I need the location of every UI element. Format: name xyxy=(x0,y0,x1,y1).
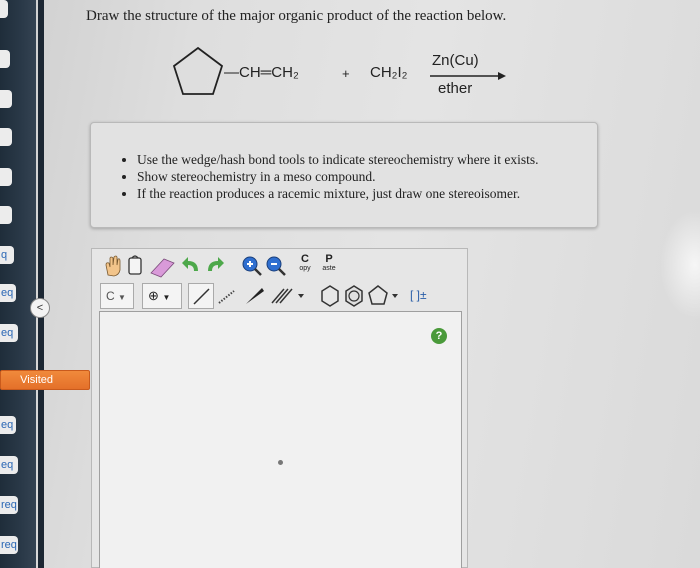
visited-badge: Visited xyxy=(0,370,90,390)
cyclohexane-icon[interactable] xyxy=(318,283,342,309)
nav-tab-11[interactable]: eq xyxy=(0,456,18,474)
nav-tab-6[interactable] xyxy=(0,206,12,224)
question-prompt: Draw the structure of the major organic … xyxy=(86,8,507,24)
help-icon[interactable]: ? xyxy=(431,328,447,344)
instruction-item: Show stereochemistry in a meso compound. xyxy=(137,168,539,185)
nav-tab-2[interactable] xyxy=(0,50,10,68)
screen-glare xyxy=(660,210,700,320)
lasso-icon[interactable] xyxy=(124,253,146,279)
nav-tab-10[interactable]: eq xyxy=(0,416,16,434)
chevron-down-icon: ▼ xyxy=(162,293,171,302)
instructions-list: Use the wedge/hash bond tools to indicat… xyxy=(137,151,539,202)
nav-tab-9[interactable]: eq xyxy=(0,324,18,342)
nav-tab-7[interactable]: q xyxy=(0,246,14,264)
redo-icon[interactable] xyxy=(204,253,226,279)
single-bond-icon[interactable] xyxy=(188,283,214,309)
nav-tab-12[interactable]: req xyxy=(0,496,18,514)
arrow-label-top: Zn(Cu) xyxy=(432,52,479,69)
arrow-label-bottom: ether xyxy=(438,80,473,97)
canvas-center-dot xyxy=(278,460,283,465)
drawing-canvas[interactable]: ? xyxy=(99,311,462,568)
nav-tab-4[interactable] xyxy=(0,128,12,146)
alkene-substituent: —CH═CH₂ xyxy=(224,64,299,81)
zoom-in-icon[interactable] xyxy=(240,253,264,279)
reagent-diiodomethane: CH₂I₂ xyxy=(370,64,408,81)
plus-charge-icon: ⊕ xyxy=(148,288,159,303)
nav-tab-5[interactable] xyxy=(0,168,12,186)
collapse-chevron-icon[interactable]: < xyxy=(30,298,50,318)
hand-move-icon[interactable] xyxy=(102,253,124,279)
left-navigation: q eq eq eq eq req req xyxy=(0,0,36,568)
copy-label-bottom: opy xyxy=(299,265,311,272)
nav-tab-13[interactable]: req xyxy=(0,536,18,554)
reaction-scheme: —CH═CH₂ + CH₂I₂ Zn(Cu) ether xyxy=(168,40,528,110)
panel-divider xyxy=(38,0,44,568)
cyclopentane-select-icon[interactable] xyxy=(366,283,402,309)
eraser-icon[interactable] xyxy=(148,253,178,279)
paste-label-bottom: aste xyxy=(322,265,336,272)
nav-tab-1[interactable] xyxy=(0,0,8,18)
nav-tab-8[interactable]: eq xyxy=(0,284,16,302)
paste-button[interactable]: P aste xyxy=(318,253,340,279)
wedge-bond-icon[interactable] xyxy=(242,283,268,309)
plus-sign: + xyxy=(342,66,350,81)
multi-bond-select-icon[interactable] xyxy=(268,283,310,309)
copy-button[interactable]: C opy xyxy=(294,253,316,279)
bracket-charge-button[interactable]: [ ]± xyxy=(410,283,440,309)
structure-editor: C opy P aste C ▼ ⊕ ▼ []± ? xyxy=(91,248,468,568)
cyclopentane-ring-icon xyxy=(172,46,224,95)
paste-label-top: P xyxy=(325,253,333,265)
charge-select[interactable]: ⊕ ▼ xyxy=(142,283,182,309)
element-select-value: C xyxy=(106,289,115,303)
instruction-item: If the reaction produces a racemic mixtu… xyxy=(137,185,539,202)
element-select[interactable]: C ▼ xyxy=(100,283,134,309)
hash-bond-icon[interactable] xyxy=(214,283,240,309)
undo-icon[interactable] xyxy=(180,253,202,279)
copy-label-top: C xyxy=(301,253,309,265)
nav-tab-3[interactable] xyxy=(0,90,12,108)
instruction-item: Use the wedge/hash bond tools to indicat… xyxy=(137,151,539,168)
instructions-box: Use the wedge/hash bond tools to indicat… xyxy=(90,122,598,228)
chevron-down-icon: ▼ xyxy=(118,293,126,302)
benzene-ring-icon[interactable] xyxy=(342,283,366,309)
zoom-out-icon[interactable] xyxy=(264,253,288,279)
